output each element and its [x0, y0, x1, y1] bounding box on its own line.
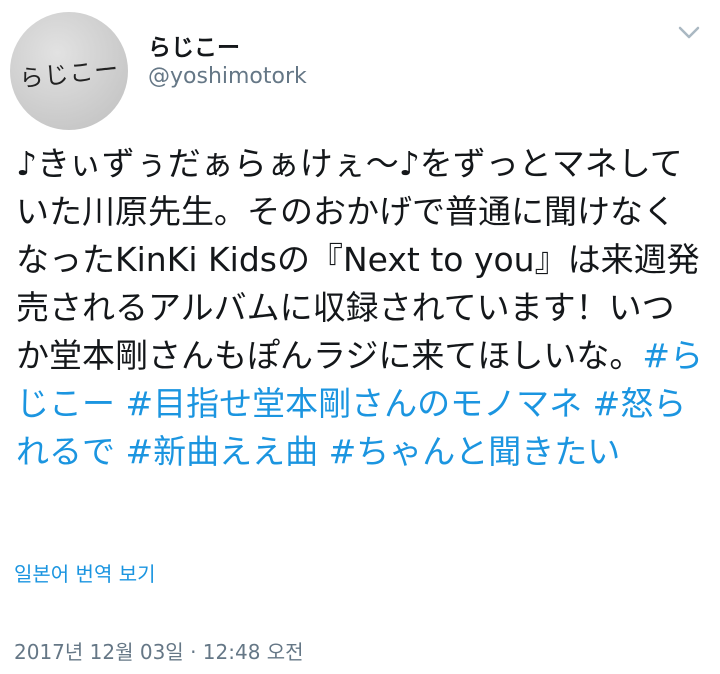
avatar-handwritten-text: らじこー: [18, 54, 121, 93]
hashtag-mezase-domoto[interactable]: #目指せ堂本剛さんのモノマネ: [126, 384, 583, 423]
tweet-timestamp[interactable]: 2017년 12월 03일 · 12:48 오전: [14, 636, 304, 665]
avatar[interactable]: らじこー: [10, 12, 128, 130]
hashtag-chanto-kikitai[interactable]: #ちゃんと聞きたい: [329, 432, 621, 471]
tweet-text: ♪きぃずぅだぁらぁけぇ〜♪をずっとマネしていた川原先生。そのおかげで普通に聞けな…: [16, 140, 706, 476]
chevron-down-icon[interactable]: [676, 22, 702, 42]
tweet-body: ♪きぃずぅだぁらぁけぇ〜♪をずっとマネしていた川原先生。そのおかげで普通に聞けな…: [16, 144, 700, 375]
translate-link[interactable]: 일본어 번역 보기: [14, 558, 156, 587]
hashtag-shinkyoku[interactable]: #新曲ええ曲: [126, 432, 319, 471]
user-handle[interactable]: @yoshimotork: [148, 64, 307, 89]
display-name[interactable]: らじこー: [148, 28, 240, 62]
